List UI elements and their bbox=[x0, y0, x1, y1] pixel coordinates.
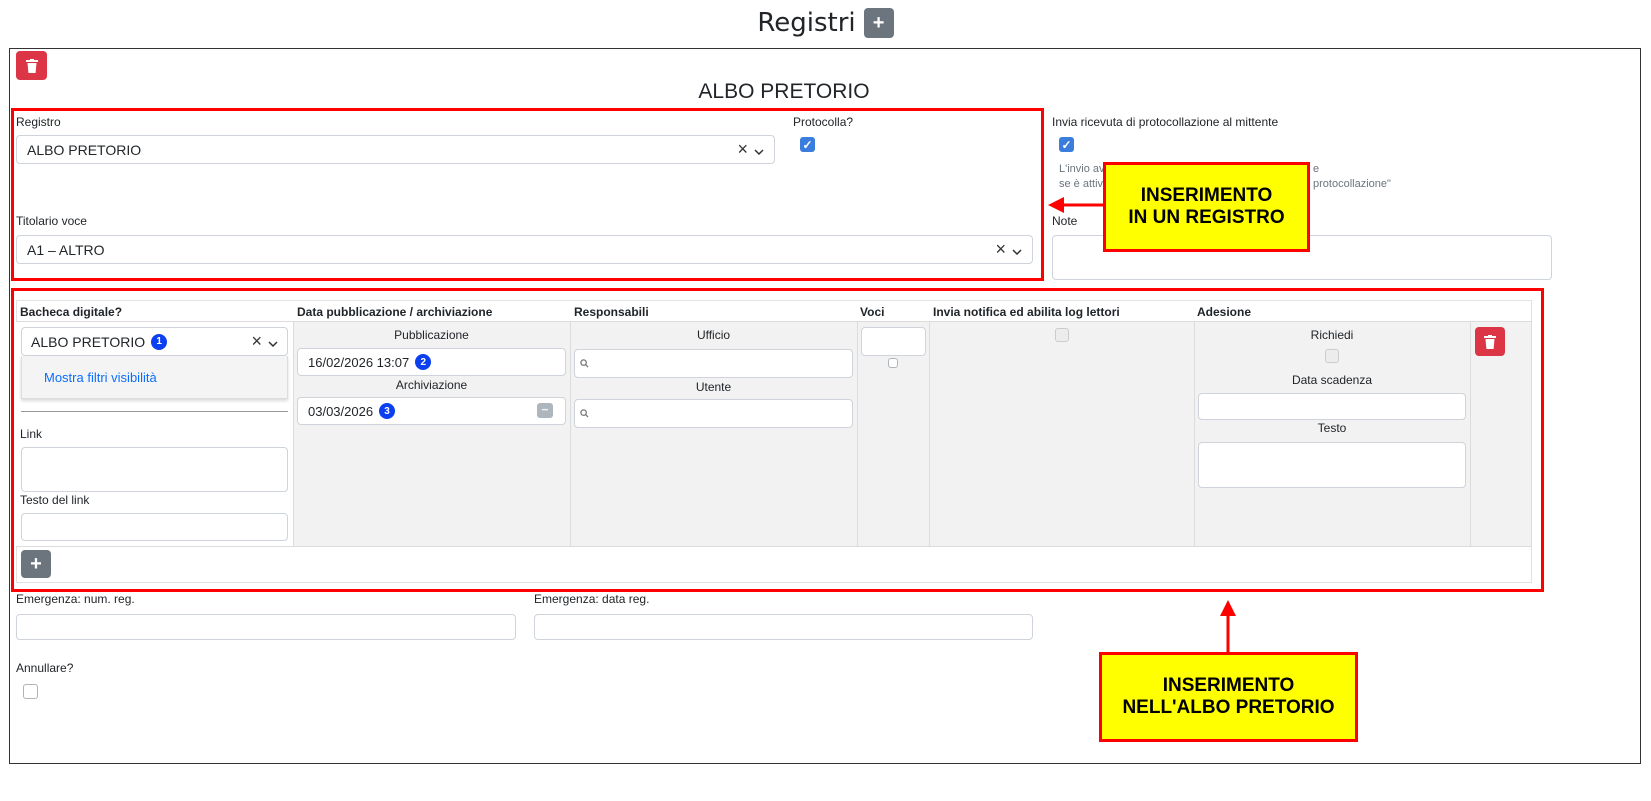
note-label: Note bbox=[1052, 214, 1078, 228]
add-registro-button[interactable]: + bbox=[863, 8, 894, 38]
page-header: Registri + bbox=[0, 6, 1651, 40]
invia-ricevuta-help-2a: se è attiva bbox=[1059, 178, 1110, 190]
callout-registro: INSERIMENTO IN UN REGISTRO bbox=[1103, 162, 1310, 252]
annotation-box-registro bbox=[11, 108, 1044, 281]
invia-ricevuta-label: Invia ricevuta di protocollazione al mit… bbox=[1052, 115, 1279, 129]
annullare-label: Annullare? bbox=[16, 661, 74, 675]
callout-registro-line1: INSERIMENTO bbox=[1140, 185, 1273, 206]
delete-registro-button[interactable] bbox=[16, 51, 47, 80]
annotation-box-albo bbox=[11, 288, 1544, 592]
emergenza-data-label: Emergenza: data reg. bbox=[534, 592, 650, 606]
invia-ricevuta-help-2b: protocollazione" bbox=[1313, 178, 1391, 190]
invia-ricevuta-help-1a: L'invio av bbox=[1059, 163, 1105, 175]
callout-albo-line1: INSERIMENTO bbox=[1162, 675, 1295, 696]
check-icon: ✓ bbox=[1061, 137, 1072, 152]
callout-registro-line2: IN UN REGISTRO bbox=[1128, 207, 1285, 228]
section-title: ALBO PRETORIO bbox=[698, 80, 870, 103]
page-title: Registri bbox=[757, 8, 856, 38]
invia-ricevuta-help-1b: e bbox=[1313, 163, 1320, 175]
callout-albo: INSERIMENTO NELL'ALBO PRETORIO bbox=[1099, 652, 1358, 742]
annullare-checkbox[interactable] bbox=[23, 684, 38, 699]
callout-albo-line2: NELL'ALBO PRETORIO bbox=[1122, 697, 1335, 718]
trash-icon bbox=[25, 58, 38, 73]
invia-ricevuta-checkbox[interactable]: ✓ bbox=[1059, 137, 1074, 152]
emergenza-data-input[interactable] bbox=[534, 614, 1033, 640]
emergenza-num-label: Emergenza: num. reg. bbox=[16, 592, 135, 606]
emergenza-num-input[interactable] bbox=[16, 614, 516, 640]
